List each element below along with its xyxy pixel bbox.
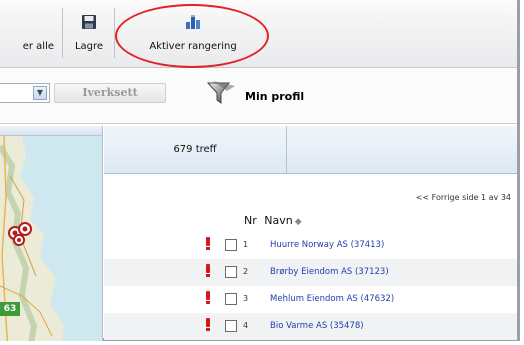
map-panel[interactable]: 63: [0, 126, 103, 341]
save-icon: [81, 14, 97, 33]
chevron-down-icon[interactable]: ▼: [33, 86, 47, 100]
row-checkbox[interactable]: [225, 239, 237, 251]
column-name-label: Navn: [264, 214, 293, 227]
warning-icon: [206, 237, 210, 250]
profile-select[interactable]: ▼: [0, 83, 50, 103]
warning-icon: [206, 264, 210, 277]
column-nr: Nr: [244, 214, 257, 227]
row-checkbox[interactable]: [225, 293, 237, 305]
table-row: 3 Mehlum Eiendom AS (47632): [104, 286, 517, 313]
results-panel: 679 treff << Forrige side 1 av 34 Nr Nav…: [104, 126, 517, 341]
company-link[interactable]: Brørby Eiendom AS (37123): [270, 267, 389, 277]
company-link[interactable]: Bio Varme AS (35478): [270, 321, 364, 331]
pagination[interactable]: << Forrige side 1 av 34: [416, 193, 511, 202]
row-number: 1: [243, 240, 249, 249]
company-link[interactable]: Huurre Norway AS (37413): [270, 240, 384, 250]
toolbar-separator: [62, 8, 63, 58]
table-row: 4 Bio Varme AS (35478): [104, 313, 517, 340]
column-name[interactable]: Navn ◆: [264, 214, 301, 227]
save-button[interactable]: Lagre: [66, 0, 112, 66]
filter-bar: ▼ Iverksett Min profil: [0, 68, 517, 124]
app-window: er alle Lagre Aktiver rangering ▼ Iverks…: [0, 0, 520, 341]
table-row: 1 Huurre Norway AS (37413): [104, 232, 517, 259]
row-number: 3: [243, 294, 249, 303]
company-link[interactable]: Mehlum Eiendom AS (47632): [270, 294, 394, 304]
save-label: Lagre: [74, 41, 104, 52]
highlight-circle: [115, 4, 269, 68]
apply-button[interactable]: Iverksett: [54, 83, 166, 103]
column-headers: Nr Navn ◆: [244, 214, 302, 227]
funnel-icon: [205, 80, 239, 109]
road-badge: 63: [0, 302, 20, 316]
tab-hits[interactable]: 679 treff: [104, 126, 287, 174]
map-panel-header: [0, 126, 102, 136]
row-checkbox[interactable]: [225, 266, 237, 278]
my-profile-label: Min profil: [245, 90, 305, 103]
table-row: 2 Brørby Eiendom AS (37123): [104, 259, 517, 286]
row-number: 2: [243, 267, 249, 276]
select-all-button[interactable]: er alle: [0, 0, 58, 66]
sort-icon[interactable]: ◆: [295, 217, 302, 227]
row-checkbox[interactable]: [225, 320, 237, 332]
select-all-label: er alle: [22, 41, 54, 52]
toolbar: er alle Lagre Aktiver rangering: [0, 0, 517, 68]
warning-icon: [206, 318, 210, 331]
results-tab-bar: 679 treff: [104, 126, 517, 174]
warning-icon: [206, 291, 210, 304]
row-number: 4: [243, 321, 249, 330]
